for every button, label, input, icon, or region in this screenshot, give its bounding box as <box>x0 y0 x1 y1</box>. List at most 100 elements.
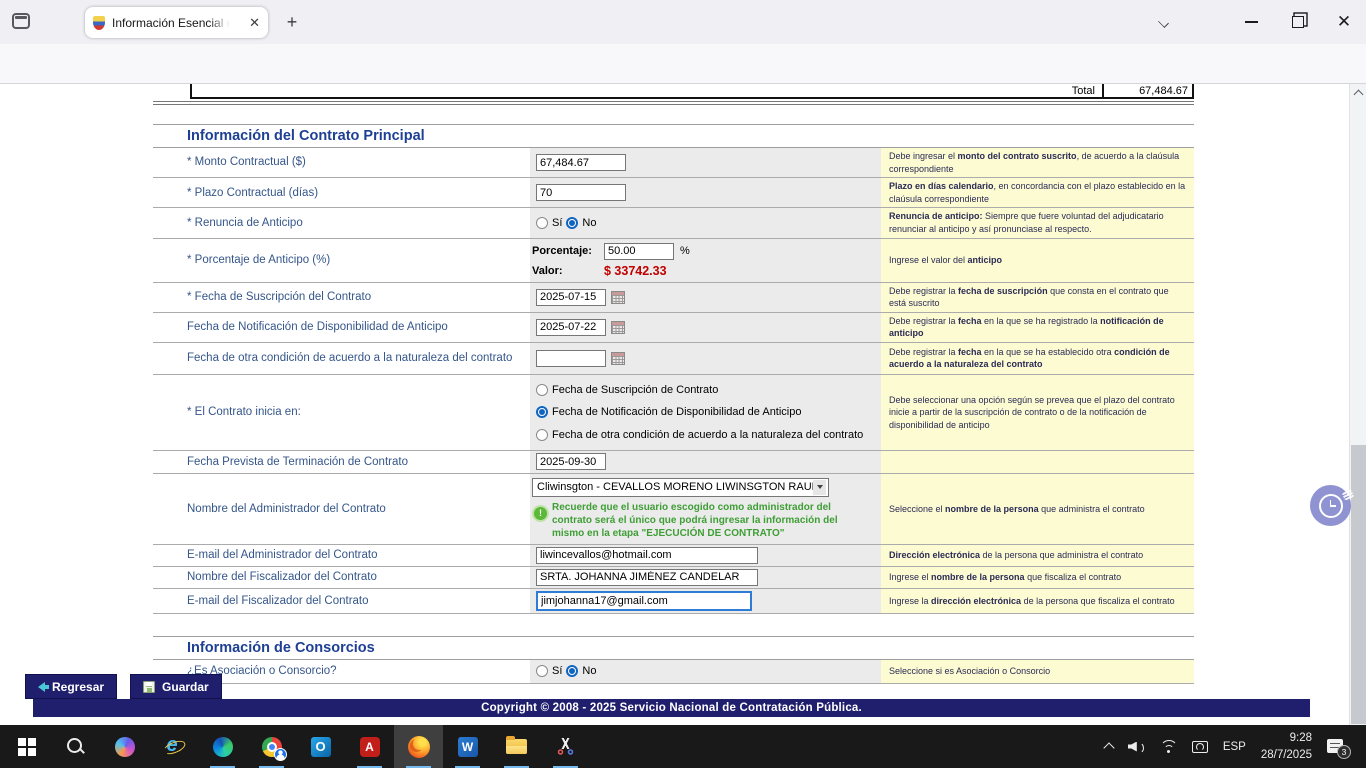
page-content: Total 67,484.67 Información del Contrato… <box>0 84 1349 725</box>
taskbar-snipping-tool[interactable] <box>541 725 590 768</box>
field-control <box>530 567 881 588</box>
nombre-administrador-select[interactable]: Cliwinsgton - CEVALLOS MORENO LIWINSGTON… <box>532 478 829 497</box>
field-help: Plazo en días calendario, en concordanci… <box>881 178 1194 207</box>
radio-renuncia-anticipo-1[interactable] <box>566 217 578 229</box>
back-button-label: Regresar <box>52 680 104 694</box>
wifi-dot <box>1167 750 1170 753</box>
taskbar: ESP 9:28 28/7/2025 3 <box>0 725 1366 768</box>
field-row-fecha-notificacion-anticipo: Fecha de Notificación de Disponibilidad … <box>153 313 1194 343</box>
calendar-icon[interactable] <box>611 321 625 334</box>
field-row-nombre-fiscalizador: Nombre del Fiscalizador del ContratoIngr… <box>153 567 1194 589</box>
window-minimize-button[interactable] <box>1236 10 1266 34</box>
taskbar-file-explorer[interactable] <box>492 725 541 768</box>
radio-contrato-inicia-en-1[interactable] <box>536 406 548 418</box>
clock-date[interactable]: 9:28 28/7/2025 <box>1261 730 1312 763</box>
field-control <box>530 451 881 473</box>
firefox-view-button[interactable] <box>12 13 30 29</box>
total-row: Total 67,484.67 <box>190 84 1194 99</box>
field-help: Seleccione el nombre de la persona que a… <box>881 474 1194 544</box>
field-control: SíNo <box>530 208 881 237</box>
taskbar-windows-start[interactable] <box>2 725 51 768</box>
window-close-button[interactable]: ✕ <box>1329 10 1359 34</box>
radio-renuncia-anticipo-0[interactable] <box>536 217 548 229</box>
taskbar-acrobat[interactable] <box>345 725 394 768</box>
radio-es-asociacion-consorcio-1[interactable] <box>566 665 578 677</box>
radio-label: Fecha de Suscripción de Contrato <box>552 384 718 396</box>
browser-tab[interactable]: Información Esencial del Contra ✕ <box>85 7 268 38</box>
section-title-consorcios: Información de Consorcios <box>153 637 1194 660</box>
notification-badge: 3 <box>1337 745 1351 759</box>
taskbar-edge[interactable] <box>198 725 247 768</box>
radio-contrato-inicia-en-0[interactable] <box>536 384 548 396</box>
tray-time: 9:28 <box>1261 730 1312 747</box>
fecha-notificacion-anticipo-input[interactable] <box>536 319 606 336</box>
taskbar-search[interactable] <box>51 725 100 768</box>
tray-expand-icon[interactable] <box>1103 742 1114 753</box>
field-help: Ingrese el nombre de la persona que fisc… <box>881 567 1194 588</box>
admin-note: !Recuerde que el usuario escogido como a… <box>532 501 852 540</box>
acrobat-icon <box>360 737 380 757</box>
field-help: Seleccione si es Asociación o Consorcio <box>881 660 1194 683</box>
footer-bar: Copyright © 2008 - 2025 Servicio Naciona… <box>33 699 1310 717</box>
radio-option: Sí <box>536 665 562 677</box>
calendar-icon[interactable] <box>611 291 625 304</box>
field-label: E-mail del Fiscalizador del Contrato <box>153 589 530 613</box>
internet-explorer-icon <box>163 737 185 757</box>
field-label: Fecha de otra condición de acuerdo a la … <box>153 343 530 374</box>
edge-icon <box>213 737 233 757</box>
email-fiscalizador-input[interactable] <box>536 591 752 611</box>
nombre-fiscalizador-input[interactable] <box>536 569 758 586</box>
notifications-icon[interactable]: 3 <box>1327 739 1344 755</box>
list-all-tabs-icon[interactable] <box>1158 16 1170 28</box>
admin-note-text: Recuerde que el usuario escogido como ad… <box>552 501 852 540</box>
fecha-otra-condicion-input[interactable] <box>536 350 606 367</box>
calendar-icon[interactable] <box>611 352 625 365</box>
radio-option: No <box>566 665 596 677</box>
floating-clock-widget[interactable] <box>1310 485 1351 526</box>
radio-option: Fecha de otra condición de acuerdo a la … <box>536 429 863 441</box>
taskbar-apps <box>0 725 590 768</box>
system-tray: ESP 9:28 28/7/2025 3 <box>1105 725 1366 768</box>
save-button[interactable]: Guardar <box>130 674 222 699</box>
new-tab-button[interactable]: + <box>280 10 304 34</box>
back-form-button[interactable]: Regresar <box>25 674 117 699</box>
email-administrador-input[interactable] <box>536 547 758 564</box>
taskbar-firefox[interactable] <box>394 725 443 768</box>
copyright-text: Copyright © 2008 - 2025 Servicio Naciona… <box>481 702 862 714</box>
radio-contrato-inicia-en-2[interactable] <box>536 429 548 441</box>
taskbar-word[interactable] <box>443 725 492 768</box>
field-label: * Renuncia de Anticipo <box>153 208 530 237</box>
field-label: * Fecha de Suscripción del Contrato <box>153 283 530 312</box>
field-control <box>530 343 881 374</box>
cast-display-icon[interactable] <box>1192 741 1208 753</box>
volume-icon[interactable] <box>1128 740 1145 754</box>
taskbar-outlook[interactable] <box>296 725 345 768</box>
taskbar-internet-explorer[interactable] <box>149 725 198 768</box>
field-row-nombre-administrador: Nombre del Administrador del ContratoCli… <box>153 474 1194 545</box>
chevron-down-icon <box>813 480 826 495</box>
window-restore-button[interactable] <box>1283 10 1313 34</box>
monto-contractual-input[interactable] <box>536 154 626 171</box>
language-indicator[interactable]: ESP <box>1223 741 1246 753</box>
tab-close-icon[interactable]: ✕ <box>249 15 260 31</box>
wifi-icon[interactable] <box>1160 740 1177 753</box>
percent-unit: % <box>680 245 690 257</box>
field-label: Fecha de Notificación de Disponibilidad … <box>153 313 530 342</box>
field-control <box>530 313 881 342</box>
taskbar-copilot[interactable] <box>100 725 149 768</box>
plazo-contractual-input[interactable] <box>536 184 626 201</box>
fecha-terminacion-input[interactable] <box>536 453 606 470</box>
scrollbar-thumb[interactable] <box>1351 445 1366 724</box>
porcentaje-anticipo-input[interactable] <box>604 243 674 260</box>
total-label: Total <box>1072 85 1102 97</box>
main-contract-table: Información del Contrato Principal * Mon… <box>153 124 1194 614</box>
copilot-icon <box>115 737 135 757</box>
field-help: Renuncia de anticipo: Siempre que fuere … <box>881 208 1194 237</box>
fecha-suscripcion-input[interactable] <box>536 289 606 306</box>
field-control: Porcentaje:%Valor:$ 33742.33 <box>530 239 881 282</box>
field-help: Debe registrar la fecha en la que se ha … <box>881 313 1194 342</box>
scroll-up-icon[interactable] <box>1353 90 1363 100</box>
scrollbar[interactable] <box>1349 84 1366 725</box>
radio-es-asociacion-consorcio-0[interactable] <box>536 665 548 677</box>
taskbar-chrome[interactable] <box>247 725 296 768</box>
